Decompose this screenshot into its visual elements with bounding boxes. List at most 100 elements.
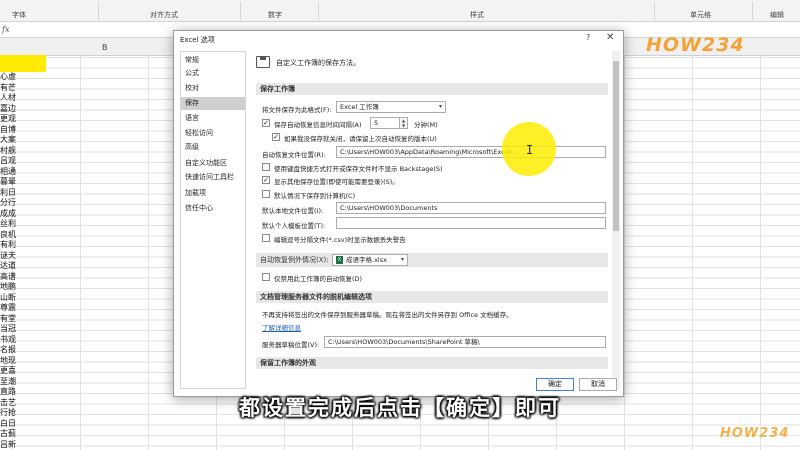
learn-more-link[interactable]: 了解详细信息 bbox=[262, 322, 301, 332]
cell-a[interactable]: 利日 bbox=[0, 188, 20, 199]
ribbon-group-editing: 编辑 bbox=[770, 11, 784, 19]
autorecover-path-label: 自动恢复文件位置(R): bbox=[262, 151, 326, 159]
autorecover-checkbox[interactable]: ✓ bbox=[262, 119, 270, 127]
cell-a[interactable]: 嘉边 bbox=[0, 104, 20, 115]
cell-a[interactable]: 人材 bbox=[0, 93, 20, 104]
autorecover-minutes-value: 5 bbox=[374, 119, 379, 127]
save-format-value: Excel 工作簿 bbox=[340, 103, 379, 111]
cell-a[interactable]: 大案 bbox=[0, 135, 20, 146]
watermark-text: HOW234 bbox=[720, 426, 790, 441]
watermark-logo-bottom: HOW234 bbox=[720, 426, 789, 441]
nav-item-accessibility[interactable]: 轻松访问 bbox=[181, 127, 245, 140]
autorecover-minutes-input[interactable]: 5 bbox=[370, 117, 400, 129]
personal-templates-input[interactable] bbox=[336, 217, 606, 229]
cell-a[interactable]: 古蓟 bbox=[0, 429, 20, 440]
save-to-computer-checkbox[interactable] bbox=[262, 190, 270, 198]
cell-a[interactable]: 自博 bbox=[0, 125, 20, 136]
cell-a[interactable]: 达道 bbox=[0, 261, 20, 272]
autorecover-exceptions-label: 自动恢复例外情况(X): bbox=[260, 256, 329, 264]
cell-a[interactable]: 吕新 bbox=[0, 440, 20, 450]
column-header-b[interactable]: B bbox=[102, 43, 108, 52]
cell-a[interactable]: 书观 bbox=[0, 335, 20, 346]
nav-item-formulas[interactable]: 公式 bbox=[181, 67, 245, 80]
disable-autorecover-label: 仅禁用此工作簿的自动恢复(D) bbox=[274, 275, 363, 283]
cell-a[interactable]: 至潮 bbox=[0, 377, 20, 388]
section-preserve-visual: 保留工作簿的外观 bbox=[256, 357, 608, 369]
save-format-label: 将文件保存为此格式(F): bbox=[262, 106, 332, 114]
highlighted-cell[interactable] bbox=[0, 55, 46, 72]
section-save-workbooks: 保存工作簿 bbox=[256, 83, 608, 95]
cell-a[interactable]: 吕观 bbox=[0, 156, 20, 167]
default-local-path-input[interactable]: C:\Users\HOW003\Documents bbox=[336, 202, 606, 214]
cell-a[interactable]: 有芒 bbox=[0, 83, 20, 94]
section-autorecover-exceptions: 自动恢复例外情况(X): bbox=[256, 253, 608, 267]
excel-options-dialog: Excel 选项 ? ✕ 常规 公式 校对 保存 语言 轻松访问 高级 自定义功… bbox=[173, 30, 624, 397]
server-drafts-input[interactable]: C:\Users\HOW003\Documents\SharePoint 草稿\ bbox=[324, 336, 606, 348]
chevron-down-icon: ▾ bbox=[400, 256, 404, 263]
nav-item-trust-center[interactable]: 信任中心 bbox=[181, 202, 245, 215]
nav-item-save[interactable]: 保存 bbox=[181, 97, 245, 110]
nav-item-advanced[interactable]: 高级 bbox=[181, 141, 245, 154]
fx-icon[interactable]: fx bbox=[2, 25, 9, 34]
personal-templates-label: 默认个人模板位置(T): bbox=[262, 222, 326, 230]
cell-a[interactable]: 相通 bbox=[0, 167, 20, 178]
ok-button[interactable]: 确定 bbox=[536, 378, 574, 391]
no-backstage-checkbox[interactable] bbox=[262, 163, 270, 171]
cell-a[interactable]: 心虚 bbox=[0, 72, 20, 83]
help-button[interactable]: ? bbox=[586, 33, 590, 42]
no-backstage-label: 使用键盘快捷方式打开或保存文件时不显示 Backstage(S) bbox=[274, 165, 443, 173]
cell-a[interactable]: 分行 bbox=[0, 198, 20, 209]
nav-item-quick-access-toolbar[interactable]: 快速访问工具栏 bbox=[181, 171, 245, 184]
show-more-locations-label: 显示其他保存位置(即使可能需要登录)(S)。 bbox=[274, 178, 399, 186]
ribbon-separator bbox=[240, 2, 241, 20]
workbook-select[interactable]: X 成语字格.xlsx ▾ bbox=[332, 254, 408, 266]
cell-a[interactable]: 高谱 bbox=[0, 272, 20, 283]
cell-a[interactable]: 地鹏 bbox=[0, 282, 20, 293]
nav-item-language[interactable]: 语言 bbox=[181, 112, 245, 125]
disable-autorecover-checkbox[interactable] bbox=[262, 273, 270, 281]
cell-a[interactable]: 成成 bbox=[0, 209, 20, 220]
save-format-select[interactable]: Excel 工作簿 ▾ bbox=[336, 101, 446, 113]
ribbon-separator bbox=[752, 2, 753, 20]
cell-a[interactable]: 当冠 bbox=[0, 324, 20, 335]
ribbon-group-font: 字体 bbox=[12, 11, 26, 19]
ribbon-separator bbox=[98, 2, 99, 20]
cell-a[interactable]: 谜天 bbox=[0, 251, 20, 262]
panel-scrollbar[interactable] bbox=[612, 51, 620, 389]
ribbon-group-alignment: 对齐方式 bbox=[150, 11, 178, 19]
cell-a[interactable]: 更观 bbox=[0, 114, 20, 125]
cell-a[interactable]: 有堂 bbox=[0, 314, 20, 325]
keep-last-version-checkbox[interactable]: ✓ bbox=[272, 133, 280, 141]
cell-a[interactable]: 更喜 bbox=[0, 366, 20, 377]
scrollbar-thumb[interactable] bbox=[613, 61, 619, 231]
cell-a[interactable]: 有利 bbox=[0, 240, 20, 251]
cell-a[interactable]: 丝利 bbox=[0, 219, 20, 230]
cell-a[interactable]: 暮晕 bbox=[0, 177, 20, 188]
keep-last-version-label: 如果我没保存就关闭，请保留上次自动恢复的版本(U) bbox=[284, 135, 437, 143]
close-button[interactable]: ✕ bbox=[606, 32, 614, 43]
cell-a[interactable]: 名报 bbox=[0, 345, 20, 356]
cell-a[interactable]: 地现 bbox=[0, 356, 20, 367]
autorecover-path-input[interactable]: C:\Users\HOW003\AppData\Roaming\Microsof… bbox=[336, 146, 606, 158]
nav-item-proofing[interactable]: 校对 bbox=[181, 82, 245, 95]
ribbon-separator bbox=[654, 2, 655, 20]
cell-a[interactable]: 良机 bbox=[0, 230, 20, 241]
cell-a[interactable]: 山断 bbox=[0, 293, 20, 304]
nav-item-add-ins[interactable]: 加载项 bbox=[181, 187, 245, 200]
video-subtitle: 都设置完成后点击【确定】即可 bbox=[239, 396, 561, 420]
nav-item-general[interactable]: 常规 bbox=[181, 54, 245, 67]
cell-a[interactable]: 村舰 bbox=[0, 146, 20, 157]
server-drafts-value: C:\Users\HOW003\Documents\SharePoint 草稿\ bbox=[328, 338, 480, 346]
nav-item-customize-ribbon[interactable]: 自定义功能区 bbox=[181, 157, 245, 170]
minutes-spinner[interactable]: ▲ ▼ bbox=[400, 117, 408, 129]
ibeam-cursor-icon: I bbox=[526, 143, 534, 157]
csv-warning-checkbox[interactable] bbox=[262, 234, 270, 242]
excel-file-icon: X bbox=[336, 256, 343, 264]
cancel-button[interactable]: 取消 bbox=[579, 378, 617, 391]
watermark-text: HOW234 bbox=[646, 34, 745, 56]
ribbon-group-styles: 样式 bbox=[470, 11, 484, 19]
autorecover-label: 保存自动恢复信息时间间隔(A) bbox=[274, 121, 362, 129]
cell-a[interactable]: 尊震 bbox=[0, 303, 20, 314]
csv-warning-label: 编辑逗号分隔文件(*.csv)时显示数据丢失警告 bbox=[274, 236, 406, 244]
show-more-locations-checkbox[interactable]: ✓ bbox=[262, 176, 270, 184]
